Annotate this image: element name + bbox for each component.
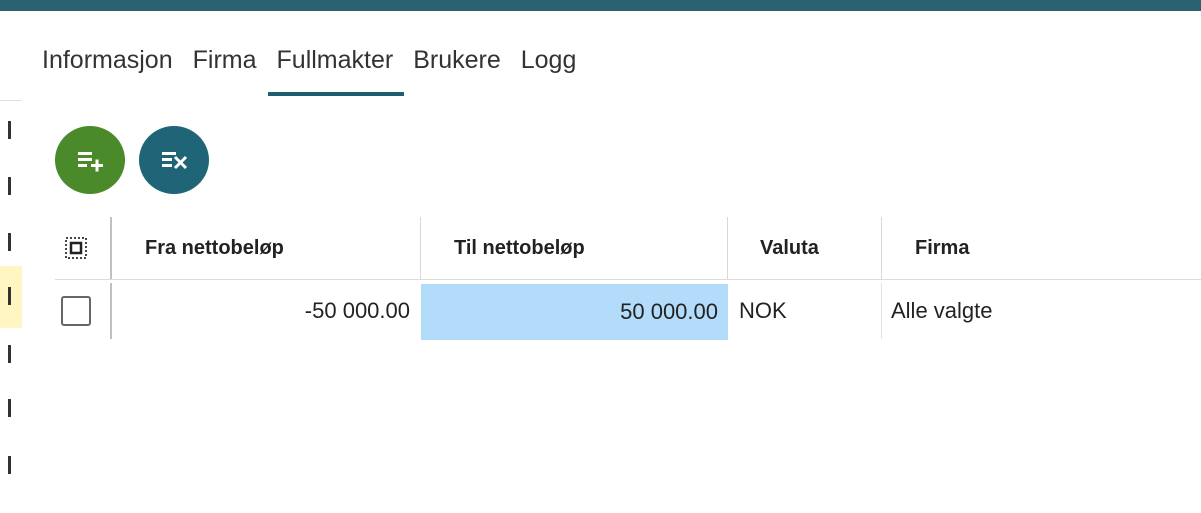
select-all-cell	[55, 217, 112, 279]
table-row[interactable]: -50 000.00 50 000.00 NOK Alle valgte	[55, 280, 1201, 342]
tab-logg[interactable]: Logg	[521, 44, 577, 94]
row-checkbox[interactable]	[60, 296, 91, 326]
table-header: Fra nettobeløp Til nettobeløp Valuta Fir…	[55, 217, 1201, 280]
tab-bar: Informasjon Firma Fullmakter Brukere Log…	[42, 44, 596, 100]
left-panel-marker	[8, 345, 11, 363]
select-all-icon[interactable]	[64, 236, 88, 260]
add-row-button[interactable]	[55, 126, 125, 194]
left-panel-marker	[8, 121, 11, 139]
cell-fra-nettobelop[interactable]: -50 000.00	[112, 280, 421, 342]
left-panel-edge	[0, 100, 22, 513]
left-panel-marker	[8, 287, 11, 305]
row-select-cell	[55, 280, 112, 342]
tab-informasjon[interactable]: Informasjon	[42, 44, 173, 94]
remove-list-icon	[162, 152, 188, 170]
left-panel-marker	[8, 456, 11, 474]
tab-fullmakter[interactable]: Fullmakter	[267, 44, 404, 96]
cell-til-nettobelop[interactable]: 50 000.00	[421, 284, 728, 340]
authorization-table: Fra nettobeløp Til nettobeløp Valuta Fir…	[55, 217, 1201, 342]
left-panel-marker	[8, 177, 11, 195]
column-header-til-nettobelop[interactable]: Til nettobeløp	[421, 217, 728, 279]
tab-brukere[interactable]: Brukere	[413, 44, 501, 94]
column-header-valuta[interactable]: Valuta	[728, 217, 882, 279]
left-panel-highlight	[0, 266, 22, 328]
top-accent-bar	[0, 0, 1201, 11]
tab-firma[interactable]: Firma	[193, 44, 257, 94]
left-panel-marker	[8, 233, 11, 251]
add-list-icon	[78, 152, 103, 172]
cell-valuta[interactable]: NOK	[728, 280, 882, 342]
left-panel-marker	[8, 399, 11, 417]
cell-firma[interactable]: Alle valgte	[882, 280, 1201, 342]
column-header-fra-nettobelop[interactable]: Fra nettobeløp	[112, 217, 421, 279]
remove-rows-button[interactable]	[139, 126, 209, 194]
column-header-firma[interactable]: Firma	[882, 217, 1201, 279]
